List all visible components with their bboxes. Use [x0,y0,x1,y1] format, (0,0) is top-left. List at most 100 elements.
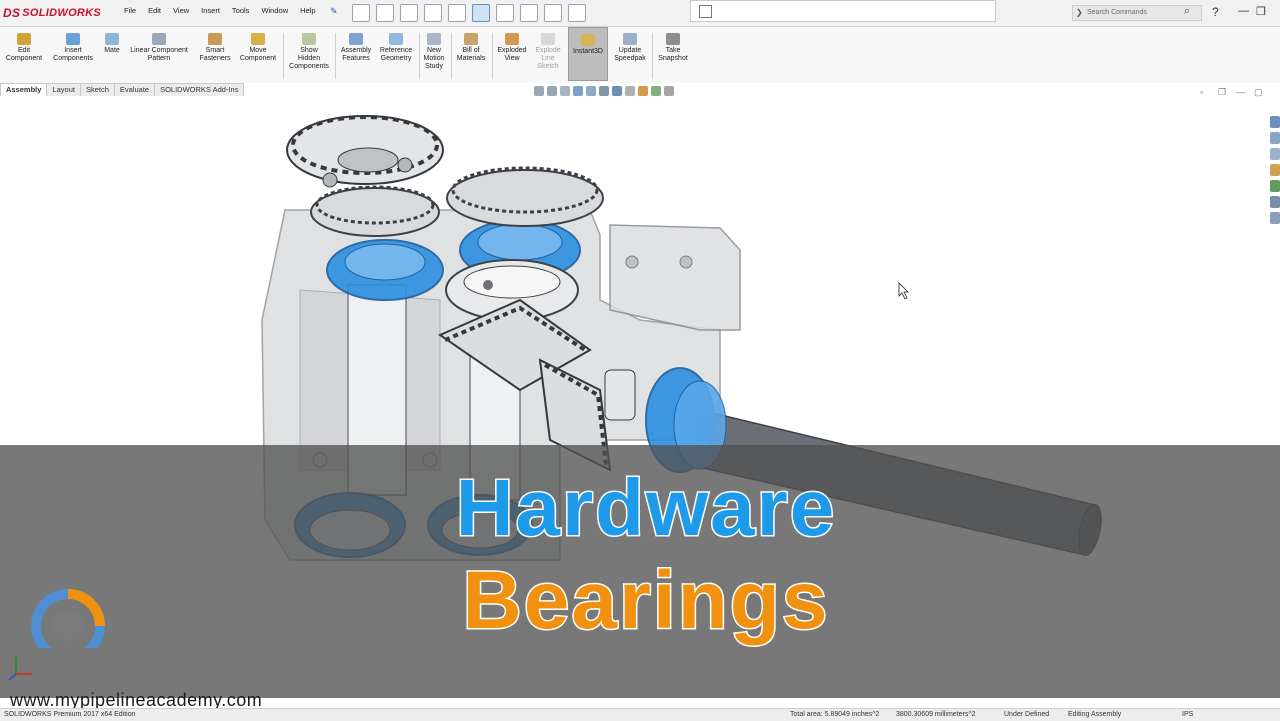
instant3d-button[interactable]: Instant3D [568,27,608,81]
button-label: Hidden [297,55,321,62]
rebuild-icon[interactable] [496,4,514,22]
select-icon[interactable] [472,4,490,22]
help-icon[interactable]: ? [1212,5,1219,19]
zoom-to-area-icon[interactable] [547,86,557,96]
tab-assembly[interactable]: Assembly [0,83,48,96]
button-label: New [426,47,441,54]
definition-state: Under Defined [1004,711,1050,718]
solidworks-logo[interactable]: DS SOLIDWORKS [3,4,101,22]
button-label: Component [239,55,277,62]
save-icon[interactable] [400,4,418,22]
instant3d-icon [581,34,595,46]
menu-window[interactable]: Window [255,6,294,15]
linear-component-pattern-button[interactable]: Linear Component Pattern [126,31,192,63]
button-label: Take [665,47,681,54]
unit-system[interactable]: IPS [1182,711,1193,718]
button-label: Linear Component [130,47,188,54]
show-hidden-icon [302,33,316,45]
view-settings-icon[interactable] [664,86,674,96]
button-label: Fasteners [199,55,231,62]
command-tabs: Assembly Layout Sketch Evaluate SOLIDWOR… [0,83,245,96]
menu-help[interactable]: Help [294,6,321,15]
new-document-icon[interactable] [352,4,370,22]
edit-document-icon [699,5,712,18]
search-commands-input[interactable]: ❯ Search Commands [1072,5,1202,21]
button-label: Instant3D [573,48,603,55]
view-orientation-icon[interactable] [599,86,609,96]
search-placeholder: Search Commands [1087,9,1147,16]
tab-sketch[interactable]: Sketch [79,83,115,96]
brand-mark: DS [3,6,21,20]
restore-icon[interactable]: ❐ [1256,5,1266,18]
insert-components-button[interactable]: Insert Components [50,31,96,63]
section-view-icon[interactable] [573,86,583,96]
button-label: Materials [456,55,486,62]
window-minimize-icon[interactable]: — [1236,87,1245,97]
window-split-icon[interactable]: ▫ [1200,87,1203,97]
button-label: Features [342,55,370,62]
exploded-view-icon [505,33,519,45]
button-label: Edit [17,47,31,54]
editing-mode: Editing Assembly [1068,711,1122,718]
academy-logo-icon [31,589,105,648]
explode-line-sketch-button[interactable]: Explode Line Sketch [532,31,564,71]
menu-view[interactable]: View [167,6,195,15]
button-label: Study [425,63,443,70]
dynamic-annotation-icon[interactable] [586,86,596,96]
button-label: Smart [205,47,225,54]
menu-file[interactable]: File [118,6,142,15]
measure-icon[interactable] [568,4,586,22]
tab-layout[interactable]: Layout [46,83,81,96]
menu-tools[interactable]: Tools [226,6,256,15]
update-speedpak-button[interactable]: Update Speedpak [610,31,650,63]
button-label: Insert [64,47,82,54]
mouse-cursor-icon [898,282,909,300]
previous-view-icon[interactable] [560,86,570,96]
assembly-features-button[interactable]: Assembly Features [338,31,374,63]
edit-appearance-icon[interactable] [638,86,648,96]
menu-edit[interactable]: Edit [142,6,167,15]
menu-bar: DS SOLIDWORKS File Edit View Insert Tool… [0,0,1280,27]
apply-scene-icon[interactable] [651,86,661,96]
show-hidden-components-button[interactable]: Show Hidden Components [286,31,332,71]
open-icon[interactable] [376,4,394,22]
document-name-field[interactable] [690,0,996,22]
reference-geometry-button[interactable]: Reference Geometry [376,31,416,63]
bom-icon [464,33,478,45]
sprocket [286,115,444,188]
display-style-icon[interactable] [612,86,622,96]
explode-line-sketch-icon [541,33,555,45]
print-icon[interactable] [424,4,442,22]
pin-icon[interactable]: ✎ [330,6,338,17]
move-component-button[interactable]: Move Component [236,31,280,63]
overlay-title-hardware: Hardware [454,462,837,554]
hide-show-items-icon[interactable] [625,86,635,96]
mate-button[interactable]: Mate [100,31,124,55]
menu-insert[interactable]: Insert [195,6,226,15]
bill-of-materials-button[interactable]: Bill of Materials [454,31,488,63]
heads-up-view-toolbar [534,86,674,96]
search-icon[interactable]: ⌕ [1184,5,1190,18]
ribbon-divider [283,33,284,79]
button-label: Reference [379,47,413,54]
new-motion-study-button[interactable]: New Motion Study [420,31,448,71]
tab-evaluate[interactable]: Evaluate [113,83,156,96]
button-label: Components [53,55,93,62]
take-snapshot-button[interactable]: Take Snapshot [654,31,692,63]
button-label: Sketch [537,63,559,70]
minimize-icon[interactable]: — [1238,5,1249,17]
smart-fasteners-button[interactable]: Smart Fasteners [196,31,234,63]
speedpak-icon [623,33,637,45]
options-icon[interactable] [544,4,562,22]
tab-solidworks-add-ins[interactable]: SOLIDWORKS Add-Ins [154,83,245,96]
button-label: Line [541,55,555,62]
undo-icon[interactable] [448,4,466,22]
exploded-view-button[interactable]: Exploded View [494,31,530,63]
file-properties-icon[interactable] [520,4,538,22]
edition-label: SOLIDWORKS Premium 2017 x64 Edition [4,711,136,718]
area-mm-readout: 3800.30609 millimeters^2 [896,711,976,718]
fastener-icon [208,33,222,45]
edit-component-button[interactable]: Edit Component [4,31,44,63]
mate-icon [105,33,119,45]
zoom-to-fit-icon[interactable] [534,86,544,96]
